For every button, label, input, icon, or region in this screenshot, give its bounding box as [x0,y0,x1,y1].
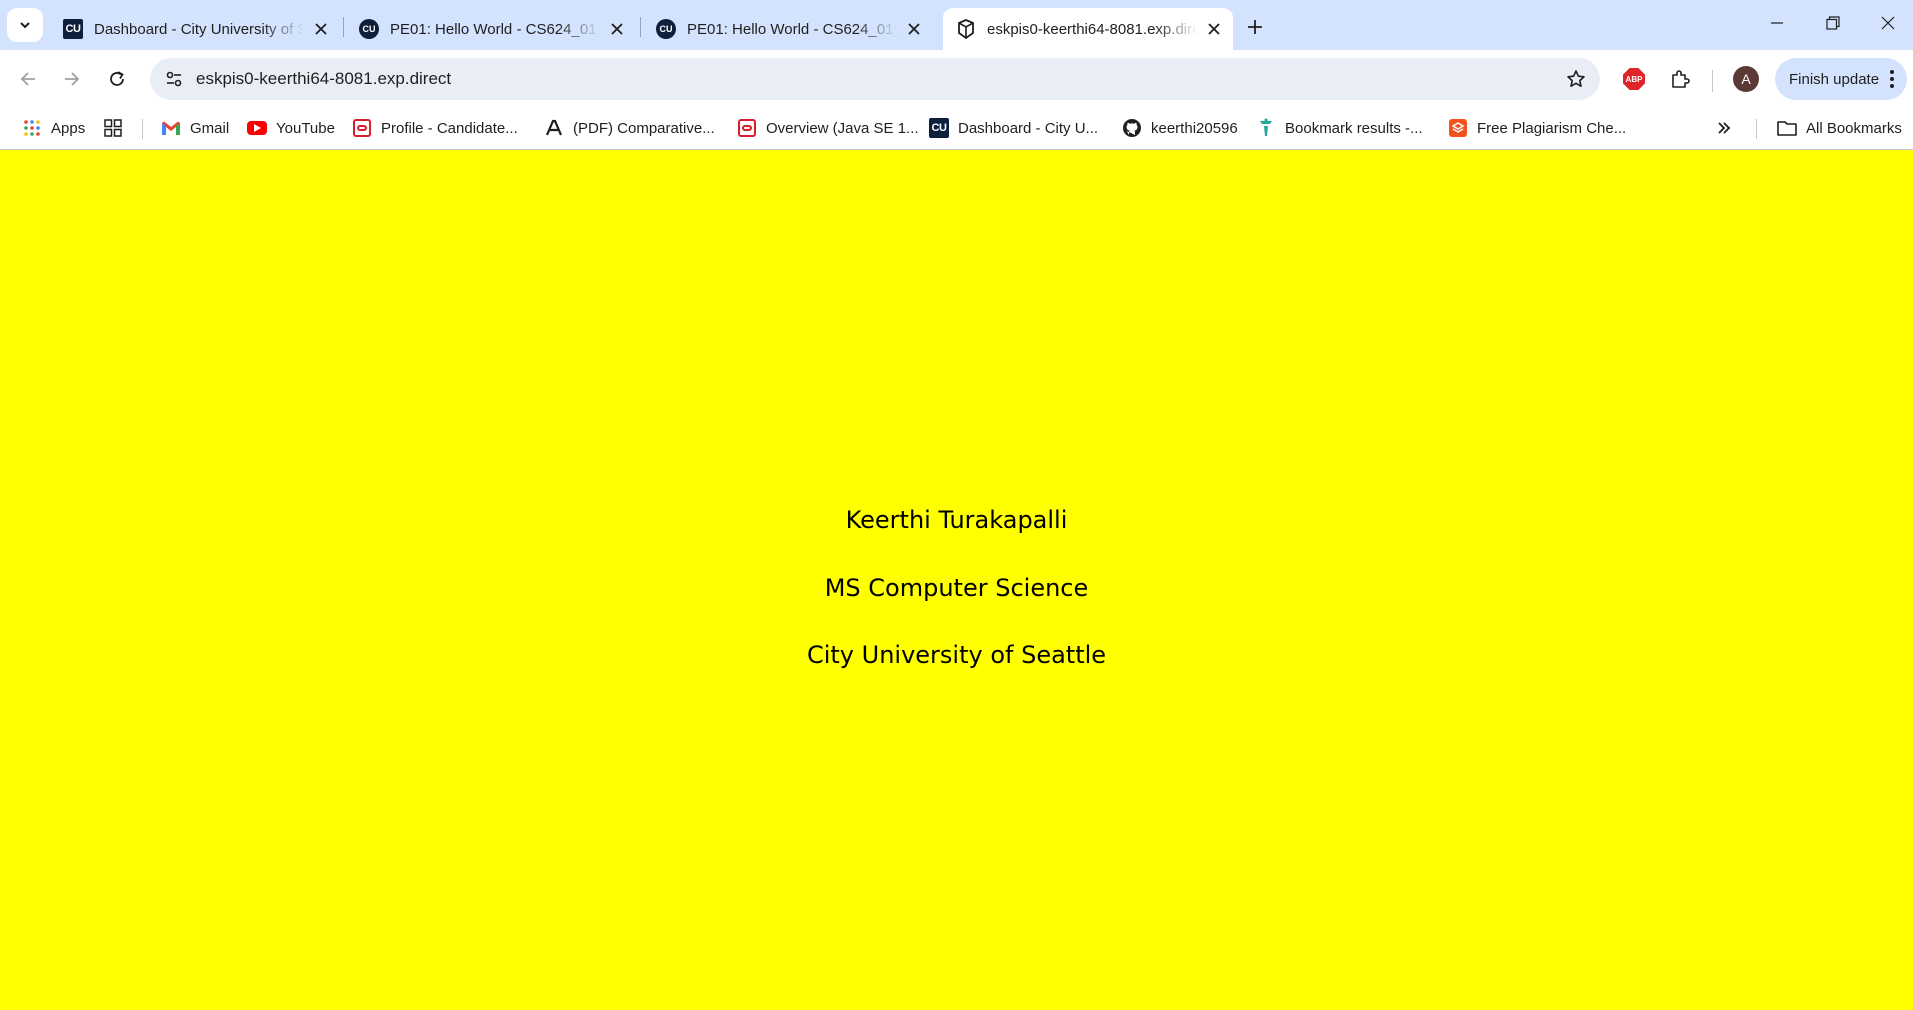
adblock-plus-icon: ABP [1623,68,1645,90]
cu-logo-icon: CU [929,118,949,138]
bookmark-label: Bookmark results -... [1285,119,1423,137]
minimize-button[interactable] [1752,0,1802,46]
bookmark-tab-groups[interactable] [103,116,132,140]
close-icon[interactable] [1201,16,1227,42]
bookmark-pdf-comparative[interactable]: (PDF) Comparative... [544,116,715,140]
close-icon[interactable] [901,16,927,42]
tab-title: Dashboard - City University of Seattle [94,20,304,38]
university-text: City University of Seattle [806,641,1107,669]
plagiarism-icon [1448,118,1468,138]
bookmark-label: (PDF) Comparative... [573,119,715,137]
close-window-button[interactable] [1863,0,1913,46]
tab-search-button[interactable] [7,8,43,42]
tab-pe01-hello-world-2[interactable]: CU PE01: Hello World - CS624_01_C [643,8,933,50]
avatar: A [1733,66,1759,92]
oracle-icon [352,118,372,138]
restore-button[interactable] [1808,0,1858,46]
bookmark-separator [1756,119,1757,139]
all-bookmarks-button[interactable]: All Bookmarks [1777,116,1902,140]
academia-icon [544,118,564,138]
bookmark-label: Gmail [190,119,230,137]
finish-update-button[interactable]: Finish update [1775,58,1907,100]
extensions-button[interactable] [1663,62,1697,96]
bookmark-profile-candidate[interactable]: Profile - Candidate... [352,116,518,140]
all-bookmarks-label: All Bookmarks [1806,119,1902,137]
bookmark-overview-java-se[interactable]: Overview (Java SE 1... [737,116,919,140]
tab-separator [640,17,641,37]
url-text[interactable]: eskpis0-keerthi64-8081.exp.direct [196,69,451,89]
tab-strip: CU Dashboard - City University of Seattl… [0,0,1913,50]
back-button[interactable] [11,62,45,96]
bookmark-results-icon [1256,118,1276,138]
bookmark-label: YouTube [276,119,335,137]
tab-groups-icon [103,118,123,138]
close-icon [1881,16,1895,30]
bookmark-gmail[interactable]: Gmail [161,116,229,140]
page-content: Keerthi Turakapalli MS Computer Science … [0,151,1913,1010]
close-icon[interactable] [604,16,630,42]
apps-grid-icon [22,118,42,138]
forward-button[interactable] [55,62,89,96]
minimize-icon [1771,22,1783,24]
youtube-icon [247,118,267,138]
degree-text: MS Computer Science [824,574,1089,602]
bookmark-label: keerthi20596 [1151,119,1238,137]
bookmark-label: Dashboard - City U... [958,119,1099,137]
bookmark-free-plagiarism[interactable]: Free Plagiarism Che... [1448,116,1626,140]
tab-expo-app[interactable]: eskpis0-keerthi64-8081.exp.direct [943,8,1233,50]
bookmark-label: Profile - Candidate... [381,119,518,137]
plus-icon [1248,20,1262,34]
bookmark-github[interactable]: keerthi20596 [1122,116,1238,140]
toolbar-separator [1712,70,1713,92]
more-bookmarks-button[interactable] [1716,116,1732,140]
bookmark-label: Apps [51,119,86,137]
folder-icon [1777,118,1797,138]
toolbar: eskpis0-keerthi64-8081.exp.direct ABP A … [0,50,1913,107]
bookmark-separator [142,119,143,139]
bookmark-results[interactable]: Bookmark results -... [1256,116,1423,140]
site-info-button[interactable] [158,63,190,95]
bookmark-star-button[interactable] [1560,63,1592,95]
bookmark-apps[interactable]: Apps [22,116,85,140]
puzzle-icon [1672,70,1690,88]
star-icon [1567,70,1585,87]
bookmark-label: Free Plagiarism Che... [1477,119,1627,137]
cu-logo-icon: CU [62,18,84,40]
tab-title: PE01: Hello World - CS624_01_C [390,20,600,38]
tab-pe01-hello-world[interactable]: CU PE01: Hello World - CS624_01_C [346,8,636,50]
oracle-icon [737,118,757,138]
reload-button[interactable] [100,62,134,96]
cu-round-icon: CU [358,18,380,40]
tab-dashboard-city-university[interactable]: CU Dashboard - City University of Seattl… [50,8,340,50]
more-vert-icon [1890,70,1894,88]
reload-icon [110,71,124,86]
bookmark-label: Overview (Java SE 1... [766,119,919,137]
gmail-icon [161,118,181,138]
tab-separator [343,17,344,37]
new-tab-button[interactable] [1240,12,1270,42]
address-bar[interactable]: eskpis0-keerthi64-8081.exp.direct [150,58,1600,100]
github-icon [1122,118,1142,138]
tab-title: eskpis0-keerthi64-8081.exp.direct [987,20,1197,38]
name-text: Keerthi Turakapalli [845,506,1068,534]
bookmarks-bar: Apps Gmail YouTube Profile - Candidate..… [0,107,1913,150]
cu-round-icon: CU [655,18,677,40]
bookmark-youtube[interactable]: YouTube [247,116,335,140]
chevron-down-icon [20,22,30,29]
profile-button[interactable]: A [1729,62,1763,96]
expo-icon [955,18,977,40]
close-icon[interactable] [308,16,334,42]
chevron-double-right-icon [1718,122,1731,134]
tab-title: PE01: Hello World - CS624_01_C [687,20,897,38]
arrow-right-icon [65,72,80,86]
finish-update-label: Finish update [1789,70,1880,88]
restore-icon [1826,16,1840,30]
tune-icon [166,71,182,87]
arrow-left-icon [20,72,35,86]
adblock-plus-button[interactable]: ABP [1617,62,1651,96]
bookmark-dashboard-city-u[interactable]: CU Dashboard - City U... [929,116,1098,140]
